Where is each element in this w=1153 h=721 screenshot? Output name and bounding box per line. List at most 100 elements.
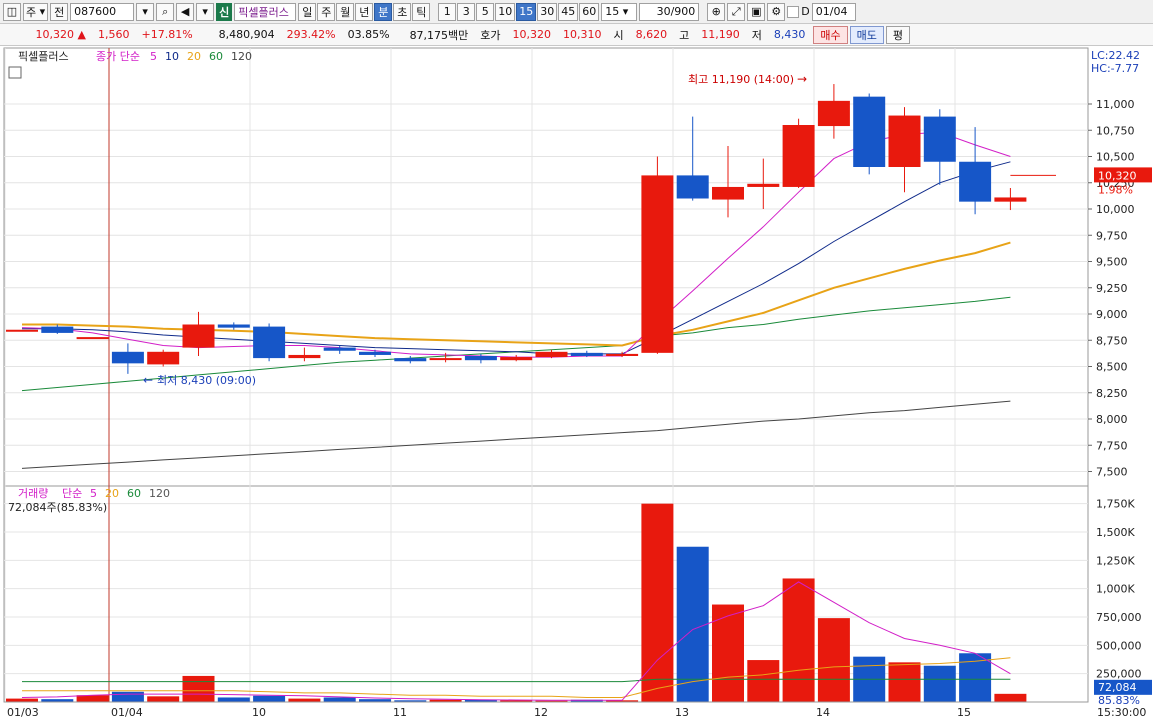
high-price: 11,190 [701,28,740,41]
period-button-5[interactable]: 초 [393,2,412,21]
candle-body [853,96,886,167]
volume-ma-period-60: 60 [127,487,141,500]
interval-button-3[interactable]: 3 [457,2,476,21]
candle-body [111,351,144,364]
price-tick-label: 11,000 [1096,98,1135,111]
count-value: 30 [656,5,671,18]
date-checkbox[interactable] [787,5,800,18]
open-price: 8,620 [635,28,668,41]
period-button-4[interactable]: 분 [374,2,393,21]
period-button-6[interactable]: 틱 [412,2,431,21]
interval-button-5[interactable]: 5 [476,2,495,21]
volume-ma-period-120: 120 [149,487,170,500]
x-axis-label: 01/03 [7,706,39,719]
sell-button[interactable]: 매도 [849,25,884,44]
volume-bar [323,697,356,702]
high-annotation: 최고 11,190 (14:00) [688,73,794,86]
candle-body [923,116,956,162]
candle-body [147,351,180,365]
candle-body [41,326,74,333]
candle-body [676,175,709,199]
low-price: 8,430 [773,28,806,41]
layout-icon[interactable]: ◫ [3,2,21,21]
current-price-tag: 10,320 [1098,169,1137,182]
x-axis-label: 14 [816,706,830,719]
volume-ma-period-20: 20 [105,487,119,500]
chart-area[interactable]: 11,00010,75010,50010,25010,0009,7509,500… [0,46,1153,721]
gear-icon[interactable]: ⚙ [767,2,786,21]
price-ma-period-20: 20 [187,50,201,63]
code-dropdown-icon[interactable]: ▾ [136,2,155,21]
prev-button[interactable]: 전 [50,2,69,21]
change-arrow: ▲ [77,28,86,41]
price-value: 10,320 [35,28,75,41]
speaker-dropdown-icon[interactable]: ▾ [196,2,215,21]
price-tick-label: 8,750 [1096,334,1128,347]
volume-bar [994,693,1027,702]
buy-button[interactable]: 매수 [813,25,848,44]
volume-bar [111,691,144,702]
count-field[interactable]: 30/900 [639,2,700,21]
volume-bar [288,698,321,702]
quote-label: 호가 [480,28,501,42]
candle-body [500,357,533,361]
zoom-in-icon[interactable]: ⊕ [707,2,726,21]
price-tick-label: 9,750 [1096,229,1128,242]
low-annotation: 최저 8,430 (09:00) [157,374,256,387]
current-pct-tag: 1.98% [1098,183,1133,196]
save-icon[interactable]: ▣ [747,2,766,21]
interval-button-60[interactable]: 60 [579,2,600,21]
interval-button-15[interactable]: 15 [516,2,537,21]
x-axis-label: 15 [957,706,971,719]
price-tick-label: 8,000 [1096,413,1128,426]
interval-button-45[interactable]: 45 [558,2,579,21]
high-annotation-arrow: → [797,72,807,86]
volume-bar [253,695,286,702]
interval-button-1[interactable]: 1 [438,2,457,21]
price-tick-label: 10,000 [1096,203,1135,216]
stock-name-field: 픽셀플러스 [234,2,297,21]
market-select[interactable]: 주 ▾ [23,2,49,21]
price-tick-label: 7,750 [1096,439,1128,452]
candle-body [253,326,286,359]
interval-button-30[interactable]: 30 [537,2,558,21]
search-icon[interactable]: ⌕ [156,2,175,21]
interval-select[interactable]: 15 ▾ [601,2,638,21]
candle-body [464,356,497,361]
price-tick-label: 8,250 [1096,387,1128,400]
low-label: 저 [751,28,762,42]
interval-button-10[interactable]: 10 [495,2,516,21]
x-axis-label: 11 [393,706,407,719]
candle-body [6,329,38,332]
x-axis-label: 01/04 [111,706,143,719]
volume-bar [817,618,850,702]
volume-bar [182,675,215,702]
candle-body [747,183,780,187]
price-ma-period-10: 10 [165,50,179,63]
price-ma-period-60: 60 [209,50,223,63]
candle-body [76,337,109,340]
quote-bar: 10,320 ▲ 1,560 +17.81% 8,480,904 293.42%… [0,24,1153,46]
interval-buttons: 1 3 5 10 15 30 45 60 [438,2,600,21]
period-button-0[interactable]: 일 [298,2,317,21]
ask-price: 10,320 [512,28,552,41]
date-input[interactable]: 01/04 [811,2,856,21]
code-input[interactable]: 087600 [70,2,135,21]
volume-bar [147,696,180,702]
price-tick-label: 10,500 [1096,151,1135,164]
line-tool-icon[interactable]: ⤢ [727,2,746,21]
speaker-icon[interactable]: ◀ [176,2,195,21]
period-button-2[interactable]: 월 [336,2,355,21]
market-select-label: 주 [26,5,37,19]
period-button-1[interactable]: 주 [317,2,336,21]
x-axis-label: 10 [252,706,266,719]
grid-toggle-icon [8,66,22,79]
lc-label: LC:22.42 [1091,49,1140,62]
current-price: 10,320 ▲ [0,28,92,41]
volume-bar [712,604,744,702]
eval-button[interactable]: 평 [885,25,911,44]
current-volume-pct-tag: 85.83% [1098,694,1140,707]
period-button-3[interactable]: 년 [355,2,374,21]
volume-tick-label: 1,500K [1096,526,1135,539]
trade-volume: 8,480,904 [218,28,275,41]
